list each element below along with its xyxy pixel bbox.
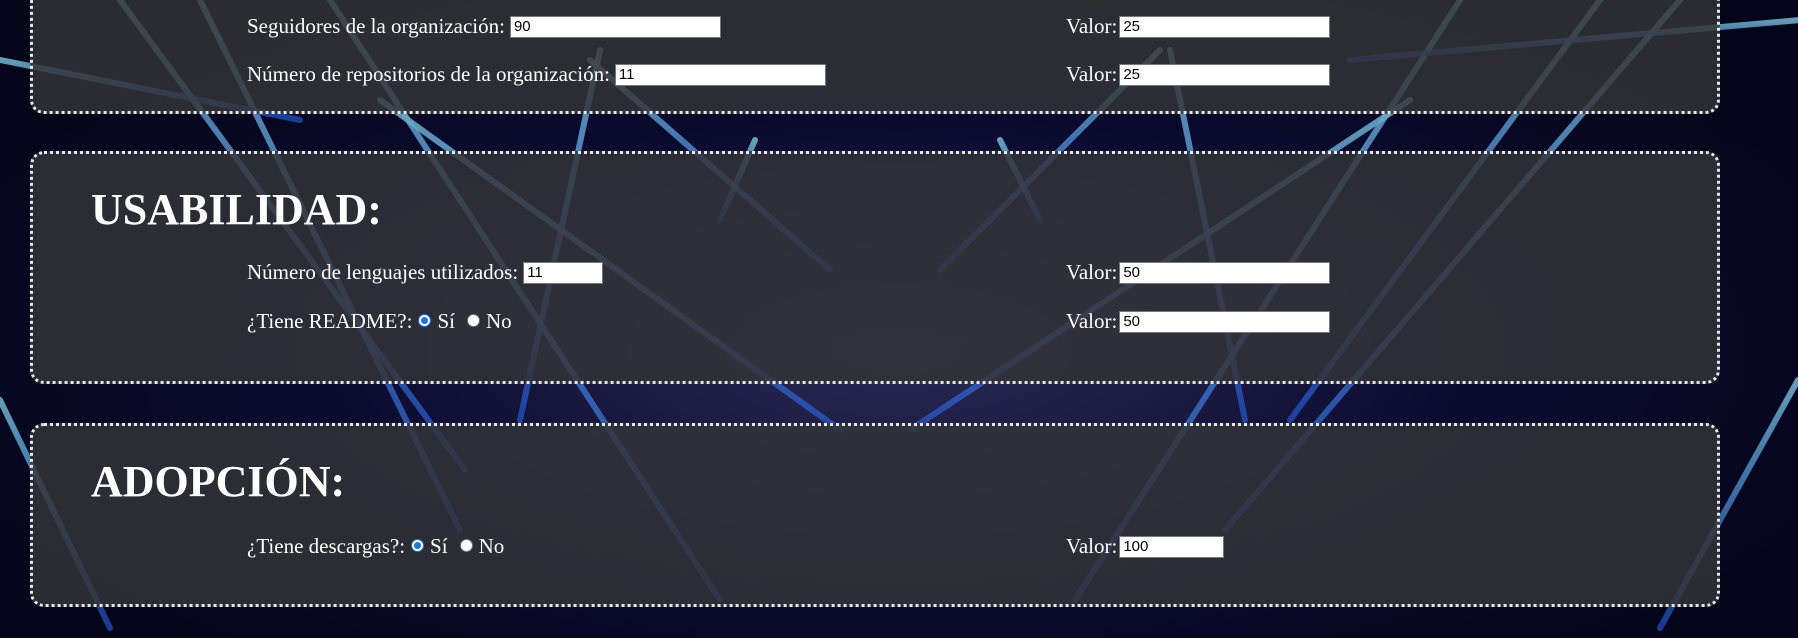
downloads-valor: Valor: — [1066, 534, 1225, 559]
readme-no-label: No — [485, 309, 512, 333]
readme-valor-label: Valor: — [1066, 309, 1118, 333]
adopcion-panel: ADOPCIÓN: ¿Tiene descargas?: Sí No Valor… — [30, 423, 1720, 607]
languages-valor: Valor: — [1066, 260, 1331, 285]
page: Seguidores de la organización: Valor: Nú… — [0, 0, 1798, 638]
followers-valor-label: Valor: — [1066, 14, 1118, 38]
repos-row: Número de repositorios de la organizació… — [247, 62, 826, 87]
readme-no-radio[interactable] — [466, 314, 480, 327]
usabilidad-title: USABILIDAD: — [91, 185, 382, 234]
languages-label: Número de lenguajes utilizados: — [247, 260, 519, 284]
downloads-yes-radio[interactable] — [411, 539, 425, 552]
followers-label: Seguidores de la organización: — [247, 14, 505, 38]
readme-valor-input[interactable] — [1119, 310, 1331, 333]
downloads-valor-label: Valor: — [1066, 534, 1118, 558]
readme-yes-radio[interactable] — [418, 314, 432, 327]
downloads-no-label: No — [478, 534, 505, 558]
repos-valor-label: Valor: — [1066, 62, 1118, 86]
repos-valor-input[interactable] — [1119, 63, 1331, 86]
readme-yes-label: Sí — [437, 309, 455, 333]
languages-valor-label: Valor: — [1066, 260, 1118, 284]
followers-valor: Valor: — [1066, 14, 1331, 39]
followers-row: Seguidores de la organización: — [247, 14, 721, 39]
repos-valor: Valor: — [1066, 62, 1331, 87]
readme-row: ¿Tiene README?: Sí No — [247, 309, 518, 334]
downloads-yes-label: Sí — [430, 534, 448, 558]
languages-valor-input[interactable] — [1119, 261, 1331, 284]
followers-input[interactable] — [509, 15, 721, 38]
downloads-no-radio[interactable] — [459, 539, 473, 552]
languages-input[interactable] — [523, 261, 604, 284]
repos-input[interactable] — [614, 63, 826, 86]
followers-valor-input[interactable] — [1119, 15, 1331, 38]
languages-row: Número de lenguajes utilizados: — [247, 260, 604, 285]
repos-label: Número de repositorios de la organizació… — [247, 62, 610, 86]
readme-label: ¿Tiene README?: — [247, 309, 413, 333]
downloads-valor-input[interactable] — [1119, 535, 1225, 558]
readme-valor: Valor: — [1066, 309, 1331, 334]
adopcion-title: ADOPCIÓN: — [91, 457, 346, 506]
downloads-row: ¿Tiene descargas?: Sí No — [247, 534, 510, 559]
usabilidad-panel: USABILIDAD: Número de lenguajes utilizad… — [30, 151, 1720, 384]
downloads-label: ¿Tiene descargas?: — [247, 534, 406, 558]
organization-panel: Seguidores de la organización: Valor: Nú… — [30, 0, 1720, 114]
